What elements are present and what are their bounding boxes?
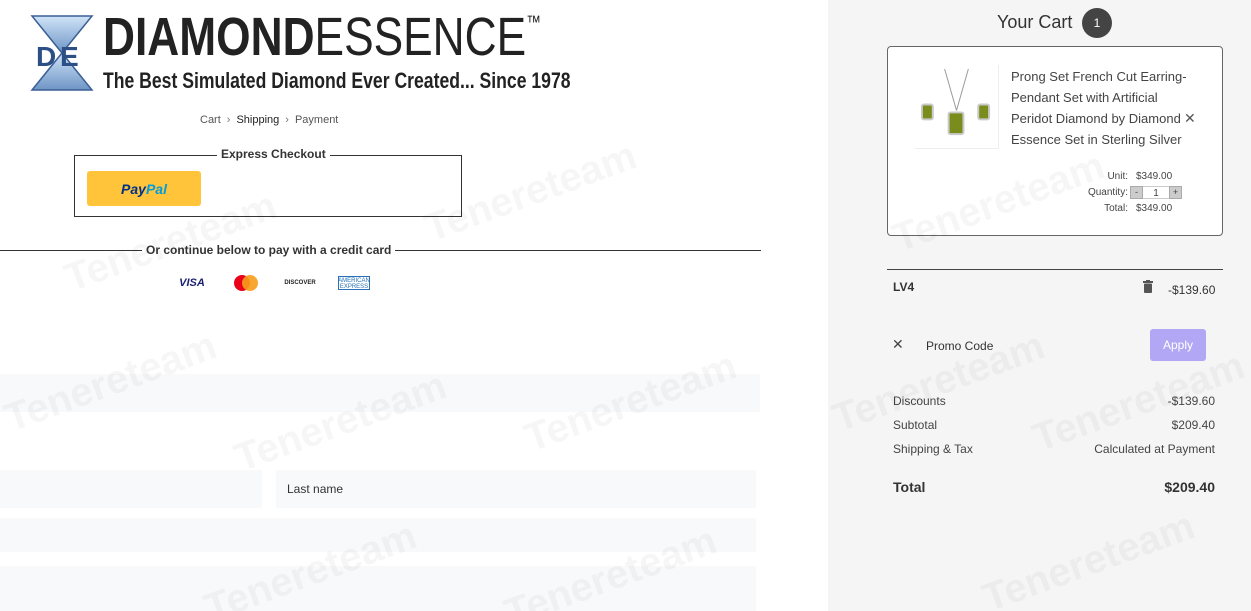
cart-title: Your Cart [997,12,1073,32]
summary-discounts: Discounts -$139.60 [893,394,1215,418]
paypal-label-pal: Pal [145,180,167,197]
amex-icon: AMERICAN EXPRESS [338,276,370,290]
cart-count-badge: 1 [1082,8,1112,38]
brand-tagline: The Best Simulated Diamond Ever Created.… [103,68,571,93]
unit-label: Unit: [1107,171,1128,182]
subtotal-label: Subtotal [893,418,938,432]
breadcrumb-separator-icon: › [226,114,231,126]
coupon-discount-amount: -$139.60 [1168,283,1216,297]
svg-text:E: E [60,41,79,72]
last-name-field[interactable] [276,470,756,508]
shipping-value: Calculated at Payment [1094,442,1215,456]
form-field-band[interactable] [0,566,756,611]
apply-promo-button[interactable]: Apply [1150,329,1206,361]
breadcrumb-cart[interactable]: Cart [200,114,221,126]
cart-item: Prong Set French Cut Earring-Pendant Set… [887,46,1223,236]
quantity-decrease-button[interactable]: - [1130,186,1143,199]
summary-subtotal: Subtotal $209.40 [893,418,1215,442]
paypal-button[interactable]: Pay Pal [87,171,201,206]
quantity-label: Quantity: [1087,187,1128,198]
discover-icon: DISCOVER [284,280,316,286]
unit-value: $349.00 [1136,171,1173,182]
quantity-stepper: - 1 + [1130,186,1182,199]
total-row: Total: $349.00 [1038,203,1198,219]
subtotal-value: $209.40 [1171,418,1215,432]
trash-icon[interactable] [1143,280,1153,293]
cart-sidebar: Your Cart 1 Prong Set French Cut Earring… [828,0,1251,611]
mastercard-icon [230,274,262,292]
form-field-band[interactable] [0,374,760,412]
remove-item-icon[interactable]: ✕ [1184,110,1196,127]
express-checkout-box: Express Checkout Pay Pal [74,147,462,217]
total-label: Total [893,479,926,495]
applied-coupon-code: LV4 [893,280,915,294]
item-total-label: Total: [1104,203,1128,214]
paypal-label-pay: Pay [121,180,146,197]
unit-row: Unit: $349.00 [1038,171,1198,187]
breadcrumb-shipping[interactable]: Shipping [236,114,279,126]
accepted-cards: VISA DISCOVER AMERICAN EXPRESS [176,274,370,292]
total-value: $209.40 [1164,479,1215,495]
credit-card-divider-text: Or continue below to pay with a credit c… [142,243,396,257]
clear-promo-icon[interactable]: ✕ [892,336,904,353]
promo-code-input[interactable] [916,333,1116,359]
svg-text:D: D [36,41,56,72]
visa-icon: VISA [179,277,205,289]
logo-mark-icon: D E [30,15,94,91]
item-pricing: Unit: $349.00 Quantity: - 1 + Total: $34… [1038,171,1198,219]
form-field-band[interactable] [0,518,756,552]
quantity-value[interactable]: 1 [1143,186,1169,199]
quantity-row: Quantity: - 1 + [1038,186,1198,203]
product-name[interactable]: Prong Set French Cut Earring-Pendant Set… [1011,66,1191,150]
cart-divider [887,269,1223,270]
discounts-value: -$139.60 [1167,394,1215,408]
checkout-main: D E DIAMONDESSENCE™ The Best Simulated D… [0,0,828,611]
product-image[interactable] [915,65,999,149]
first-name-field[interactable] [0,470,262,508]
summary-shipping: Shipping & Tax Calculated at Payment [893,442,1215,466]
discounts-label: Discounts [893,394,946,408]
quantity-increase-button[interactable]: + [1169,186,1182,199]
brand-logo[interactable]: D E DIAMONDESSENCE™ The Best Simulated D… [27,7,571,98]
breadcrumb-separator-icon: › [285,114,289,126]
express-checkout-legend: Express Checkout [217,147,330,161]
brand-wordmark: DIAMONDESSENCE™ [103,7,541,67]
watermark: Tenereteam [977,503,1201,611]
item-total-value: $349.00 [1136,203,1173,214]
shipping-label: Shipping & Tax [893,442,973,456]
breadcrumb-payment: Payment [294,114,339,126]
order-summary: Discounts -$139.60 Subtotal $209.40 Ship… [893,394,1215,466]
breadcrumb: Cart › Shipping › Payment [200,114,338,126]
